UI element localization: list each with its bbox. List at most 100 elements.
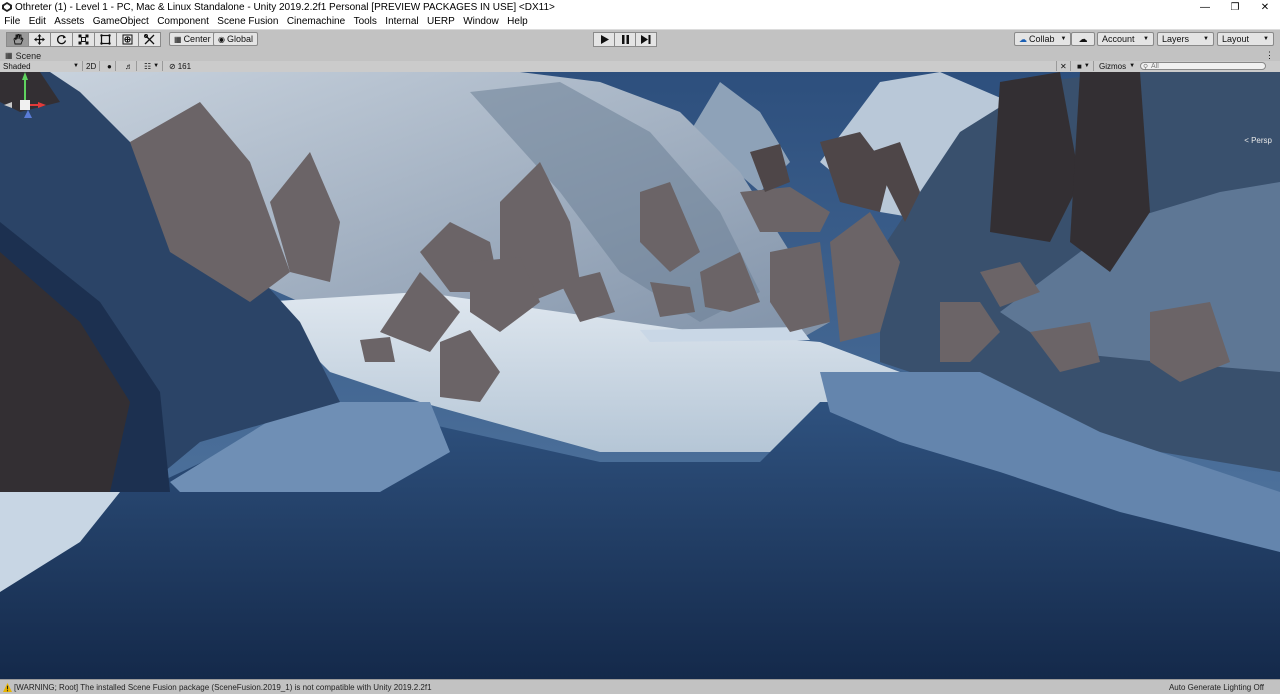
menu-window[interactable]: Window [459,16,503,27]
transform-tool-button[interactable] [116,32,139,47]
chevron-down-icon: ▼ [73,63,79,69]
effects-dropdown[interactable]: ☷ ▼ [141,61,164,71]
audio-toggle[interactable]: ♬ [122,61,137,71]
wrench-icon [144,34,155,45]
menu-file[interactable]: File [0,16,25,27]
lighting-toggle[interactable]: ● [104,61,116,71]
transform-tools [6,32,161,47]
pivot-mode-label: Center [183,34,211,44]
account-dropdown[interactable]: Account ▼ [1097,32,1154,46]
gizmos-dropdown[interactable]: Gizmos ▼ [1096,61,1138,71]
chevron-down-icon: ▼ [1083,63,1090,69]
step-button[interactable] [635,32,657,47]
globe-icon: ◉ [218,34,225,44]
menu-scene-fusion[interactable]: Scene Fusion [213,16,283,27]
menu-gameobject[interactable]: GameObject [89,16,154,27]
search-icon: ⚲ [1143,64,1149,71]
collab-label: Collab [1029,34,1055,44]
scene-viewport[interactable]: < Persp [0,72,1280,679]
rect-tool-button[interactable] [94,32,117,47]
chevron-down-icon: ▼ [1143,36,1149,42]
collab-dropdown[interactable]: ☁ Collab ▼ [1014,32,1072,46]
close-button[interactable]: ✕ [1250,0,1280,14]
camera-icon: ■ [1077,61,1082,71]
pause-button[interactable] [614,32,636,47]
layers-label: Layers [1162,34,1190,44]
scene-tab[interactable]: ▦ Scene [5,50,41,61]
pivot-rotation-label: Global [226,34,253,44]
maximize-button[interactable]: ❐ [1220,0,1250,14]
scale-tool-button[interactable] [72,32,95,47]
move-arrows-icon [34,34,45,45]
scene-grid-icon: ▦ [5,51,13,60]
cloud-icon: ☁ [1078,33,1088,44]
persp-chevron-icon: < [1244,136,1249,145]
menu-uerp[interactable]: UERP [423,16,459,27]
play-icon [600,35,609,44]
window-controls: — ❐ ✕ [1190,0,1280,14]
warning-icon [3,682,12,692]
tab-menu-icon[interactable]: ⋮ [1265,50,1274,61]
menu-component[interactable]: Component [153,16,213,27]
speaker-icon: ♬ [125,61,133,71]
account-label: Account [1102,34,1135,44]
effects-icon: ☷ [144,61,152,71]
hand-tool-button[interactable] [6,32,29,47]
scene-tools-toggle[interactable]: ✕ [1056,61,1071,71]
menu-tools[interactable]: Tools [349,16,381,27]
hidden-objects-count: 161 [177,61,192,71]
orientation-gizmo[interactable] [0,72,50,142]
camera-settings-dropdown[interactable]: ■ ▼ [1074,61,1094,71]
pivot-rotation-toggle[interactable]: ◉ Global [213,32,258,46]
menu-internal[interactable]: Internal [381,16,423,27]
layout-dropdown[interactable]: Layout ▼ [1217,32,1274,46]
layers-dropdown[interactable]: Layers ▼ [1157,32,1214,46]
play-button[interactable] [593,32,615,47]
scale-icon [78,34,89,45]
minimize-button[interactable]: — [1190,0,1220,14]
menu-edit[interactable]: Edit [25,16,51,27]
menu-assets[interactable]: Assets [50,16,88,27]
search-placeholder: All [1151,62,1159,70]
menu-bar: File Edit Assets GameObject Component Sc… [0,14,1280,30]
scene-search-input[interactable]: ⚲ All [1140,62,1266,71]
pivot-icon: ▦ [174,34,182,44]
chevron-down-icon: ▼ [1060,36,1067,42]
chevron-down-icon: ▼ [153,63,160,69]
pause-icon [621,35,629,44]
rect-transform-icon [100,34,111,45]
scene-tab-label: Scene [15,50,42,61]
projection-label: Persp [1251,136,1272,145]
shading-mode-dropdown[interactable]: Shaded ▼ [0,61,83,71]
lightbulb-icon: ● [107,61,112,71]
window-titlebar: Othreter (1) - Level 1 - PC, Mac & Linux… [0,0,1280,14]
gizmos-label: Gizmos [1099,61,1127,71]
play-controls [593,32,657,47]
menu-cinemachine[interactable]: Cinemachine [283,16,350,27]
menu-help[interactable]: Help [503,16,532,27]
layout-label: Layout [1222,34,1250,44]
scene-render [0,72,1280,679]
chevron-down-icon: ▼ [1203,36,1209,42]
window-title: Othreter (1) - Level 1 - PC, Mac & Linux… [15,1,555,13]
projection-toggle[interactable]: < Persp [1244,136,1272,145]
pivot-mode-toggle[interactable]: ▦ Center [169,32,216,46]
2d-mode-label: 2D [86,61,97,71]
unity-logo-icon [2,2,12,12]
shading-mode-label: Shaded [3,61,31,71]
move-tool-button[interactable] [28,32,51,47]
services-cloud-button[interactable]: ☁ [1071,32,1095,46]
scene-visibility-toggle[interactable]: ⊘ 161 [166,61,194,71]
auto-lighting-status[interactable]: Auto Generate Lighting Off [1169,683,1264,692]
rotate-tool-button[interactable] [50,32,73,47]
custom-tool-button[interactable] [138,32,161,47]
tools-cross-icon: ✕ [1060,61,1067,71]
cloud-check-icon: ☁ [1019,34,1027,44]
2d-mode-toggle[interactable]: 2D [83,61,101,71]
eye-slash-icon: ⊘ [169,61,176,71]
console-warning-message[interactable]: [WARNING; Root] The installed Scene Fusi… [14,683,432,692]
combined-transform-icon [122,34,133,45]
main-toolbar: ▦ Center ◉ Global ☁ Collab ▼ ☁ Account ▼… [0,30,1280,49]
scene-tab-header: ▦ Scene ⋮ [0,50,1280,61]
rotate-icon [57,35,67,45]
